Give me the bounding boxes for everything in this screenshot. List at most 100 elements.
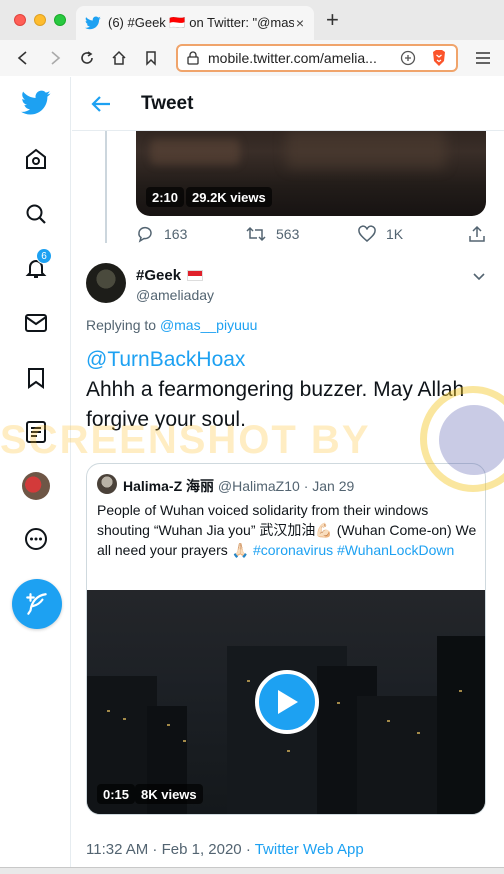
video-duration: 0:15 xyxy=(97,784,136,804)
video-views: 8K views xyxy=(135,784,203,804)
author-name[interactable]: #Geek xyxy=(136,267,204,284)
chevron-down-icon[interactable] xyxy=(472,269,486,283)
window-light xyxy=(247,680,250,682)
tweet-timestamp: 11:32 AM · Feb 1, 2020 · Twitter Web App xyxy=(86,841,364,858)
messages-icon[interactable] xyxy=(18,305,54,341)
reply-count: 163 xyxy=(164,226,188,242)
browser-tab[interactable]: (6) #Geek 🇮🇩 on Twitter: "@mas_ × xyxy=(76,6,314,40)
author-avatar[interactable] xyxy=(86,263,126,303)
profile-avatar[interactable] xyxy=(18,468,54,504)
previous-tweet-video[interactable]: 2:10 29.2K views xyxy=(136,117,486,216)
retweet-button[interactable]: 563 xyxy=(246,225,299,243)
tweet-source-link[interactable]: Twitter Web App xyxy=(255,841,364,858)
hashtag-coronavirus[interactable]: #coronavirus xyxy=(253,542,333,558)
video-views: 29.2K views xyxy=(186,187,272,207)
tweet-body: Ahhh a fearmongering buzzer. May Allah f… xyxy=(86,378,465,431)
quoted-tweet-date: · Jan 29 xyxy=(299,478,355,494)
back-nav-icon[interactable] xyxy=(12,47,34,69)
window-light xyxy=(167,724,170,726)
replying-to-link[interactable]: @mas__piyuuu xyxy=(160,317,258,333)
video-frame-blur xyxy=(150,139,240,165)
quoted-tweet-video[interactable]: 0:15 8K views xyxy=(87,590,485,814)
page-header: Tweet xyxy=(72,77,504,131)
tab-close-icon[interactable]: × xyxy=(296,15,304,31)
author-name-text: #Geek xyxy=(136,267,182,284)
retweet-icon xyxy=(246,226,266,242)
indonesia-flag-icon xyxy=(187,270,204,281)
window-light xyxy=(459,690,462,692)
timestamp-separator: · xyxy=(241,841,255,858)
window-bottom-edge xyxy=(0,867,504,874)
window-light xyxy=(183,740,186,742)
play-button[interactable] xyxy=(255,670,319,734)
timestamp-text[interactable]: 11:32 AM · Feb 1, 2020 xyxy=(86,841,242,858)
heart-icon xyxy=(358,225,376,242)
play-icon xyxy=(278,690,298,714)
notifications-badge: 6 xyxy=(36,248,52,264)
lists-icon[interactable] xyxy=(18,414,54,450)
video-duration: 2:10 xyxy=(146,187,185,207)
url-text[interactable]: mobile.twitter.com/amelia... xyxy=(208,50,384,66)
compose-feather-icon xyxy=(26,593,47,615)
close-window-button[interactable] xyxy=(14,14,26,26)
mention-link[interactable]: @TurnBackHoax xyxy=(86,348,245,371)
quoted-tweet-header: Halima-Z 海丽 @HalimaZ10 · Jan 29 xyxy=(123,476,354,496)
brave-shields-icon[interactable] xyxy=(430,49,448,67)
bookmarks-icon[interactable] xyxy=(18,360,54,396)
tweet-text: @TurnBackHoax Ahhh a fearmongering buzze… xyxy=(86,345,486,435)
home-icon[interactable] xyxy=(18,141,54,177)
window-light xyxy=(337,702,340,704)
more-icon[interactable] xyxy=(18,521,54,557)
reply-button[interactable]: 163 xyxy=(136,225,187,243)
browser-menu-icon[interactable] xyxy=(474,49,492,67)
tab-title: (6) #Geek 🇮🇩 on Twitter: "@mas_ xyxy=(108,15,294,30)
quoted-tweet[interactable]: Halima-Z 海丽 @HalimaZ10 · Jan 29 People o… xyxy=(86,463,486,815)
window-light xyxy=(417,732,420,734)
home-nav-icon[interactable] xyxy=(108,47,130,69)
share-icon xyxy=(469,225,485,242)
window-light xyxy=(387,720,390,722)
explore-icon[interactable] xyxy=(18,196,54,232)
forward-nav-icon[interactable] xyxy=(44,47,66,69)
zoom-window-button[interactable] xyxy=(54,14,66,26)
share-button[interactable] xyxy=(468,225,486,243)
video-building xyxy=(357,696,447,814)
add-bookmark-icon[interactable] xyxy=(400,50,416,66)
browser-toolbar: mobile.twitter.com/amelia... xyxy=(0,40,504,76)
like-button[interactable]: 1K xyxy=(358,225,403,243)
tab-bar: (6) #Geek 🇮🇩 on Twitter: "@mas_ × + xyxy=(0,0,504,40)
video-building xyxy=(437,636,485,814)
browser-chrome: (6) #Geek 🇮🇩 on Twitter: "@mas_ × + mobi… xyxy=(0,0,504,76)
replying-to-line: Replying to @mas__piyuuu xyxy=(86,317,257,333)
quoted-tweet-text: People of Wuhan voiced solidarity from t… xyxy=(97,500,477,560)
twitter-logo-icon[interactable] xyxy=(18,85,54,121)
quoted-author-handle: @HalimaZ10 xyxy=(217,478,300,494)
address-bar[interactable]: mobile.twitter.com/amelia... xyxy=(176,44,458,72)
hashtag-wuhanlockdown[interactable]: #WuhanLockDown xyxy=(337,542,454,558)
author-handle[interactable]: @ameliaday xyxy=(136,287,214,303)
window-light xyxy=(123,718,126,720)
lock-icon[interactable] xyxy=(186,51,200,65)
profile-photo xyxy=(22,472,50,500)
window-light xyxy=(287,750,290,752)
bookmark-nav-icon[interactable] xyxy=(140,47,162,69)
previous-tweet-actions: 163 563 1K xyxy=(136,225,486,249)
new-tab-button[interactable]: + xyxy=(326,9,339,31)
back-arrow-icon[interactable] xyxy=(90,93,112,115)
notifications-icon[interactable]: 6 xyxy=(18,248,54,286)
replying-prefix: Replying to xyxy=(86,317,157,333)
page-title: Tweet xyxy=(141,93,194,114)
video-frame-blur xyxy=(286,129,446,169)
quoted-author-name: Halima-Z 海丽 xyxy=(123,478,215,494)
retweet-count: 563 xyxy=(276,226,300,242)
quoted-author-avatar xyxy=(97,474,117,494)
window-light xyxy=(107,710,110,712)
tweet-detail-column: Tweet 2:10 29.2K views 163 563 1K #Geek … xyxy=(72,77,504,867)
reply-icon xyxy=(138,226,152,243)
twitter-favicon-icon xyxy=(84,14,102,32)
minimize-window-button[interactable] xyxy=(34,14,46,26)
compose-tweet-button[interactable] xyxy=(12,579,62,629)
twitter-sidebar: 6 xyxy=(0,77,71,867)
reload-icon[interactable] xyxy=(76,47,98,69)
thread-connector-line xyxy=(105,131,107,243)
